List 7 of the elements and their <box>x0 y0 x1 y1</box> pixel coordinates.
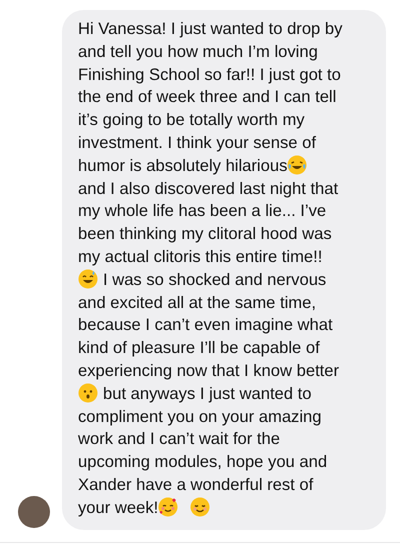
sweat-smile-icon <box>78 268 98 289</box>
message-text: Hi Vanessa! I just wanted to drop by and tell you how much I’m loving Finishing School so far!! I just got to the end of week three and I can tell it’s going to be totally worth my investment. I think your sense of humor is absolutely hilarious and I also discovered last night that my whole life has been a lie... I’ve been thinking my clitoral hood was my actual clitoris this entire time!! I was so shocked and nervous and excited all at the same time, because I can’t even imagine what kind of pleasure I’ll be capable of experiencing now that I know better but anyways I just wanted to compliment you on your amazing work and I can’t wait for the upcoming modules, hope you and Xander have a wonderful rest of your week! <box>78 18 344 519</box>
smiling-face-with-hearts-icon <box>158 496 178 517</box>
smiling-face-icon <box>190 496 210 517</box>
laughing-face-icon <box>287 154 308 175</box>
hushed-face-icon <box>78 382 98 403</box>
avatar-photo <box>18 496 50 528</box>
